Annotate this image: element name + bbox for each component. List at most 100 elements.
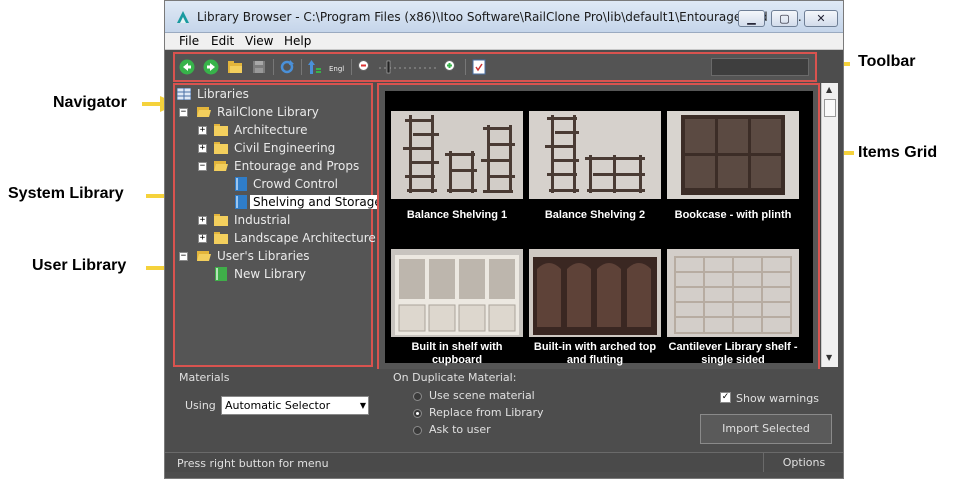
refresh-icon[interactable] xyxy=(279,59,295,75)
minimize-icon: ▁ xyxy=(747,12,756,25)
show-warnings-label: Show warnings xyxy=(736,392,819,405)
tree-label: Civil Engineering xyxy=(234,141,336,155)
status-bar: Press right button for menu Options xyxy=(165,452,843,472)
callout-items-grid: Items Grid xyxy=(858,144,938,161)
open-folder-icon[interactable] xyxy=(227,59,243,75)
close-button[interactable]: ✕ xyxy=(804,10,838,27)
tree-label: Landscape Architecture xyxy=(234,231,376,245)
radio-label: Replace from Library xyxy=(429,406,544,419)
item-label: Bookcase - with plinth xyxy=(674,209,792,221)
tree-label: Crowd Control xyxy=(253,177,339,191)
collapse-icon[interactable]: − xyxy=(179,108,188,117)
maximize-button[interactable]: ▢ xyxy=(771,10,798,27)
toolbar-separator xyxy=(351,59,352,75)
menu-file[interactable]: File xyxy=(179,34,199,48)
folder-icon xyxy=(214,142,228,154)
show-warnings-checkbox[interactable]: ✓ xyxy=(720,392,731,403)
collapse-icon[interactable]: − xyxy=(179,252,188,261)
minimize-button[interactable]: ▁ xyxy=(738,10,765,27)
item-thumbnail xyxy=(529,111,661,199)
save-icon[interactable] xyxy=(251,59,267,75)
scroll-up-icon[interactable]: ▲ xyxy=(826,85,832,94)
menu-help[interactable]: Help xyxy=(284,34,311,48)
radio-use-scene-material[interactable] xyxy=(413,392,422,401)
import-selected-button[interactable]: Import Selected xyxy=(700,414,832,444)
tree-label: User's Libraries xyxy=(217,249,310,263)
item-thumbnail xyxy=(667,111,799,199)
close-icon: ✕ xyxy=(816,12,826,25)
maximize-icon: ▢ xyxy=(779,12,790,25)
tree-label: New Library xyxy=(234,267,306,281)
radio-label: Use scene material xyxy=(429,389,535,402)
folder-open-icon xyxy=(214,161,228,171)
sort-icon[interactable] xyxy=(307,59,323,75)
item-thumbnail xyxy=(391,249,523,337)
system-library-book-icon xyxy=(235,177,247,191)
item-label: Balance Shelving 2 xyxy=(544,209,646,221)
items-grid: Balance Shelving 1 Balance Shelving 2 Bo… xyxy=(385,91,813,366)
navigator-tree: Libraries − RailClone Library + Architec… xyxy=(173,83,385,367)
menu-bar: File Edit View Help xyxy=(165,33,843,50)
callout-navigator: Navigator xyxy=(53,94,127,111)
items-grid-panel: Balance Shelving 1 Balance Shelving 2 Bo… xyxy=(377,83,820,371)
options-panel: Materials Using Automatic Selector ▼ On … xyxy=(165,369,843,451)
folder-icon xyxy=(214,232,228,244)
expand-icon[interactable]: + xyxy=(198,144,207,153)
item-label: Balance Shelving 1 xyxy=(406,209,508,221)
callout-toolbar: Toolbar xyxy=(858,53,916,70)
annotated-screenshot: Toolbar Navigator Items Grid System Libr… xyxy=(0,0,967,479)
scroll-thumb[interactable] xyxy=(824,99,836,117)
zoom-in-icon[interactable] xyxy=(443,59,459,75)
tree-label: Industrial xyxy=(234,213,291,227)
menu-edit[interactable]: Edit xyxy=(211,34,234,48)
tree-label: Entourage and Props xyxy=(234,159,360,173)
item-thumbnail xyxy=(529,249,661,337)
user-library-book-icon xyxy=(215,267,227,281)
collapse-icon[interactable]: − xyxy=(198,162,207,171)
forward-icon[interactable] xyxy=(203,59,219,75)
toolbar-separator xyxy=(465,59,466,75)
folder-open-icon xyxy=(197,251,211,261)
materials-title: Materials xyxy=(179,371,230,384)
menu-view[interactable]: View xyxy=(245,34,273,48)
options-button[interactable]: Options xyxy=(763,453,844,472)
item-label: Built in shelf with cupboard xyxy=(411,341,503,366)
item-thumbnail xyxy=(667,249,799,337)
tree-label: Libraries xyxy=(197,87,249,101)
language-label[interactable]: Engl xyxy=(329,65,344,73)
items-grid-scrollbar[interactable]: ▲ ▼ xyxy=(821,83,838,367)
radio-label: Ask to user xyxy=(429,423,491,436)
callout-system-library: System Library xyxy=(8,185,124,202)
system-library-book-icon xyxy=(235,195,247,209)
search-field[interactable] xyxy=(711,58,809,76)
toolbar-separator xyxy=(273,59,274,75)
window-title: Library Browser - C:\Program Files (x86)… xyxy=(197,10,802,24)
expand-icon[interactable]: + xyxy=(198,216,207,225)
zoom-out-icon[interactable] xyxy=(357,59,373,75)
zoom-slider[interactable] xyxy=(377,59,439,75)
duplicate-material-title: On Duplicate Material: xyxy=(393,371,517,384)
title-bar[interactable]: Library Browser - C:\Program Files (x86)… xyxy=(165,1,843,33)
expand-icon[interactable]: + xyxy=(198,126,207,135)
tree-label-selected: Shelving and Storage xyxy=(250,195,385,209)
folder-icon xyxy=(214,124,228,136)
tree-label: RailClone Library xyxy=(217,105,319,119)
material-selector-dropdown[interactable]: Automatic Selector ▼ xyxy=(221,396,369,415)
callout-user-library: User Library xyxy=(32,257,127,274)
using-label: Using xyxy=(185,399,216,412)
back-icon[interactable] xyxy=(179,59,195,75)
toolbar-separator xyxy=(301,59,302,75)
checklist-icon[interactable] xyxy=(471,59,487,75)
expand-icon[interactable]: + xyxy=(198,234,207,243)
libraries-grid-icon xyxy=(177,88,191,100)
folder-open-icon xyxy=(197,107,211,117)
status-text: Press right button for menu xyxy=(177,457,329,470)
radio-replace-from-library[interactable] xyxy=(413,409,422,418)
toolbar: Engl xyxy=(173,52,817,82)
dropdown-arrow-icon: ▼ xyxy=(359,401,366,410)
app-icon xyxy=(177,11,189,23)
item-label: Built-in with arched top and fluting xyxy=(533,341,657,366)
radio-ask-to-user[interactable] xyxy=(413,426,422,435)
scroll-down-icon[interactable]: ▼ xyxy=(826,353,832,362)
library-browser-window: Library Browser - C:\Program Files (x86)… xyxy=(164,0,844,479)
